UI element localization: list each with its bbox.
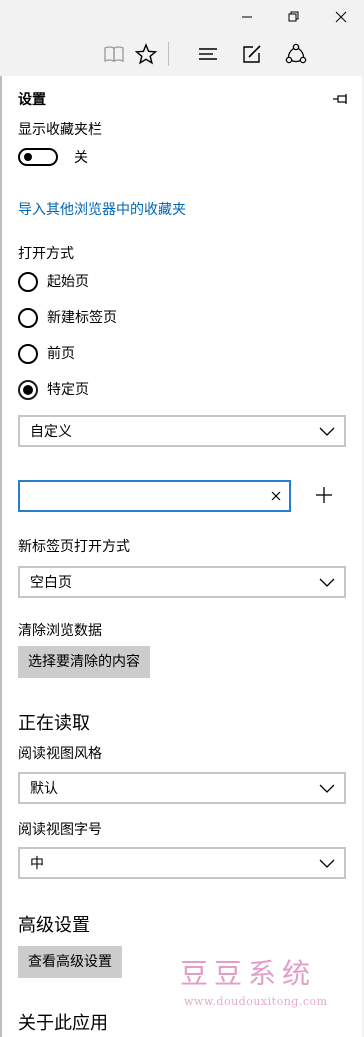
panel-title: 设置 xyxy=(18,92,46,108)
radio-specific-page-label[interactable]: 特定页 xyxy=(47,380,89,400)
minimize-button[interactable] xyxy=(224,0,270,33)
chevron-down-icon xyxy=(319,859,335,868)
clear-input-icon[interactable] xyxy=(271,491,281,501)
add-page-button[interactable] xyxy=(315,486,333,508)
share-icon xyxy=(285,43,307,64)
radio-previous-pages[interactable] xyxy=(18,344,38,364)
hub-icon xyxy=(199,48,217,60)
choose-what-to-clear-button[interactable]: 选择要清除的内容 xyxy=(18,646,150,678)
toolbar-divider xyxy=(168,42,169,66)
watermark-title: 豆豆系统 xyxy=(180,957,317,990)
reading-heading: 正在读取 xyxy=(18,713,90,734)
window-titlebar xyxy=(0,0,364,33)
restore-button[interactable] xyxy=(271,0,317,33)
reading-font-size-dropdown[interactable]: 中 xyxy=(18,847,346,879)
new-tab-label: 新标签页打开方式 xyxy=(18,539,130,555)
favorite-button[interactable] xyxy=(126,33,166,75)
specific-page-dropdown-value: 自定义 xyxy=(30,424,72,440)
reading-style-dropdown-value: 默认 xyxy=(30,781,58,797)
radio-previous-pages-label[interactable]: 前页 xyxy=(47,344,75,364)
radio-start-page-label[interactable]: 起始页 xyxy=(47,272,89,292)
radio-new-tab-page-label[interactable]: 新建标签页 xyxy=(47,308,117,328)
plus-icon xyxy=(316,487,332,503)
favorites-bar-toggle[interactable] xyxy=(18,148,58,166)
toggle-knob xyxy=(24,153,32,161)
import-favorites-link[interactable]: 导入其他浏览器中的收藏夹 xyxy=(18,200,186,220)
open-with-label: 打开方式 xyxy=(18,246,74,262)
settings-panel: 设置 显示收藏夹栏 关 导入其他浏览器中的收藏夹 打开方式 起始页 新建标签页 … xyxy=(0,76,362,1037)
chevron-down-icon xyxy=(319,427,335,436)
radio-start-page[interactable] xyxy=(18,272,38,292)
close-icon xyxy=(335,11,347,22)
reading-font-size-dropdown-value: 中 xyxy=(30,856,44,872)
new-tab-dropdown-value: 空白页 xyxy=(30,575,72,591)
watermark-url: www.doudouxitong.com xyxy=(184,995,328,1008)
web-note-button[interactable] xyxy=(232,33,272,75)
browser-toolbar xyxy=(0,33,364,75)
about-heading: 关于此应用 xyxy=(18,1013,108,1034)
web-note-icon xyxy=(243,45,261,63)
radio-new-tab-page[interactable] xyxy=(18,308,38,328)
radio-selected-dot xyxy=(23,385,33,395)
radio-specific-page[interactable] xyxy=(18,380,38,400)
favorite-star-icon xyxy=(135,43,157,65)
specific-page-dropdown[interactable]: 自定义 xyxy=(18,415,346,447)
reading-style-dropdown[interactable]: 默认 xyxy=(18,772,346,804)
reading-view-icon xyxy=(104,46,124,63)
favorites-bar-state: 关 xyxy=(74,150,88,166)
view-advanced-settings-button[interactable]: 查看高级设置 xyxy=(18,946,122,978)
reading-font-size-label: 阅读视图字号 xyxy=(18,822,102,838)
chevron-down-icon xyxy=(319,784,335,793)
pin-button[interactable] xyxy=(332,90,350,109)
minimize-icon xyxy=(242,16,252,17)
reading-style-label: 阅读视图风格 xyxy=(18,746,102,762)
pin-icon xyxy=(333,94,347,104)
clear-data-label: 清除浏览数据 xyxy=(18,623,102,639)
hub-button[interactable] xyxy=(188,33,228,75)
chevron-down-icon xyxy=(319,578,335,587)
close-button[interactable] xyxy=(318,0,364,33)
restore-icon xyxy=(288,11,299,21)
advanced-heading: 高级设置 xyxy=(18,915,90,936)
favorites-bar-label: 显示收藏夹栏 xyxy=(18,122,102,138)
share-button[interactable] xyxy=(276,33,316,75)
specific-page-url-input[interactable] xyxy=(18,480,291,512)
new-tab-dropdown[interactable]: 空白页 xyxy=(18,566,346,598)
